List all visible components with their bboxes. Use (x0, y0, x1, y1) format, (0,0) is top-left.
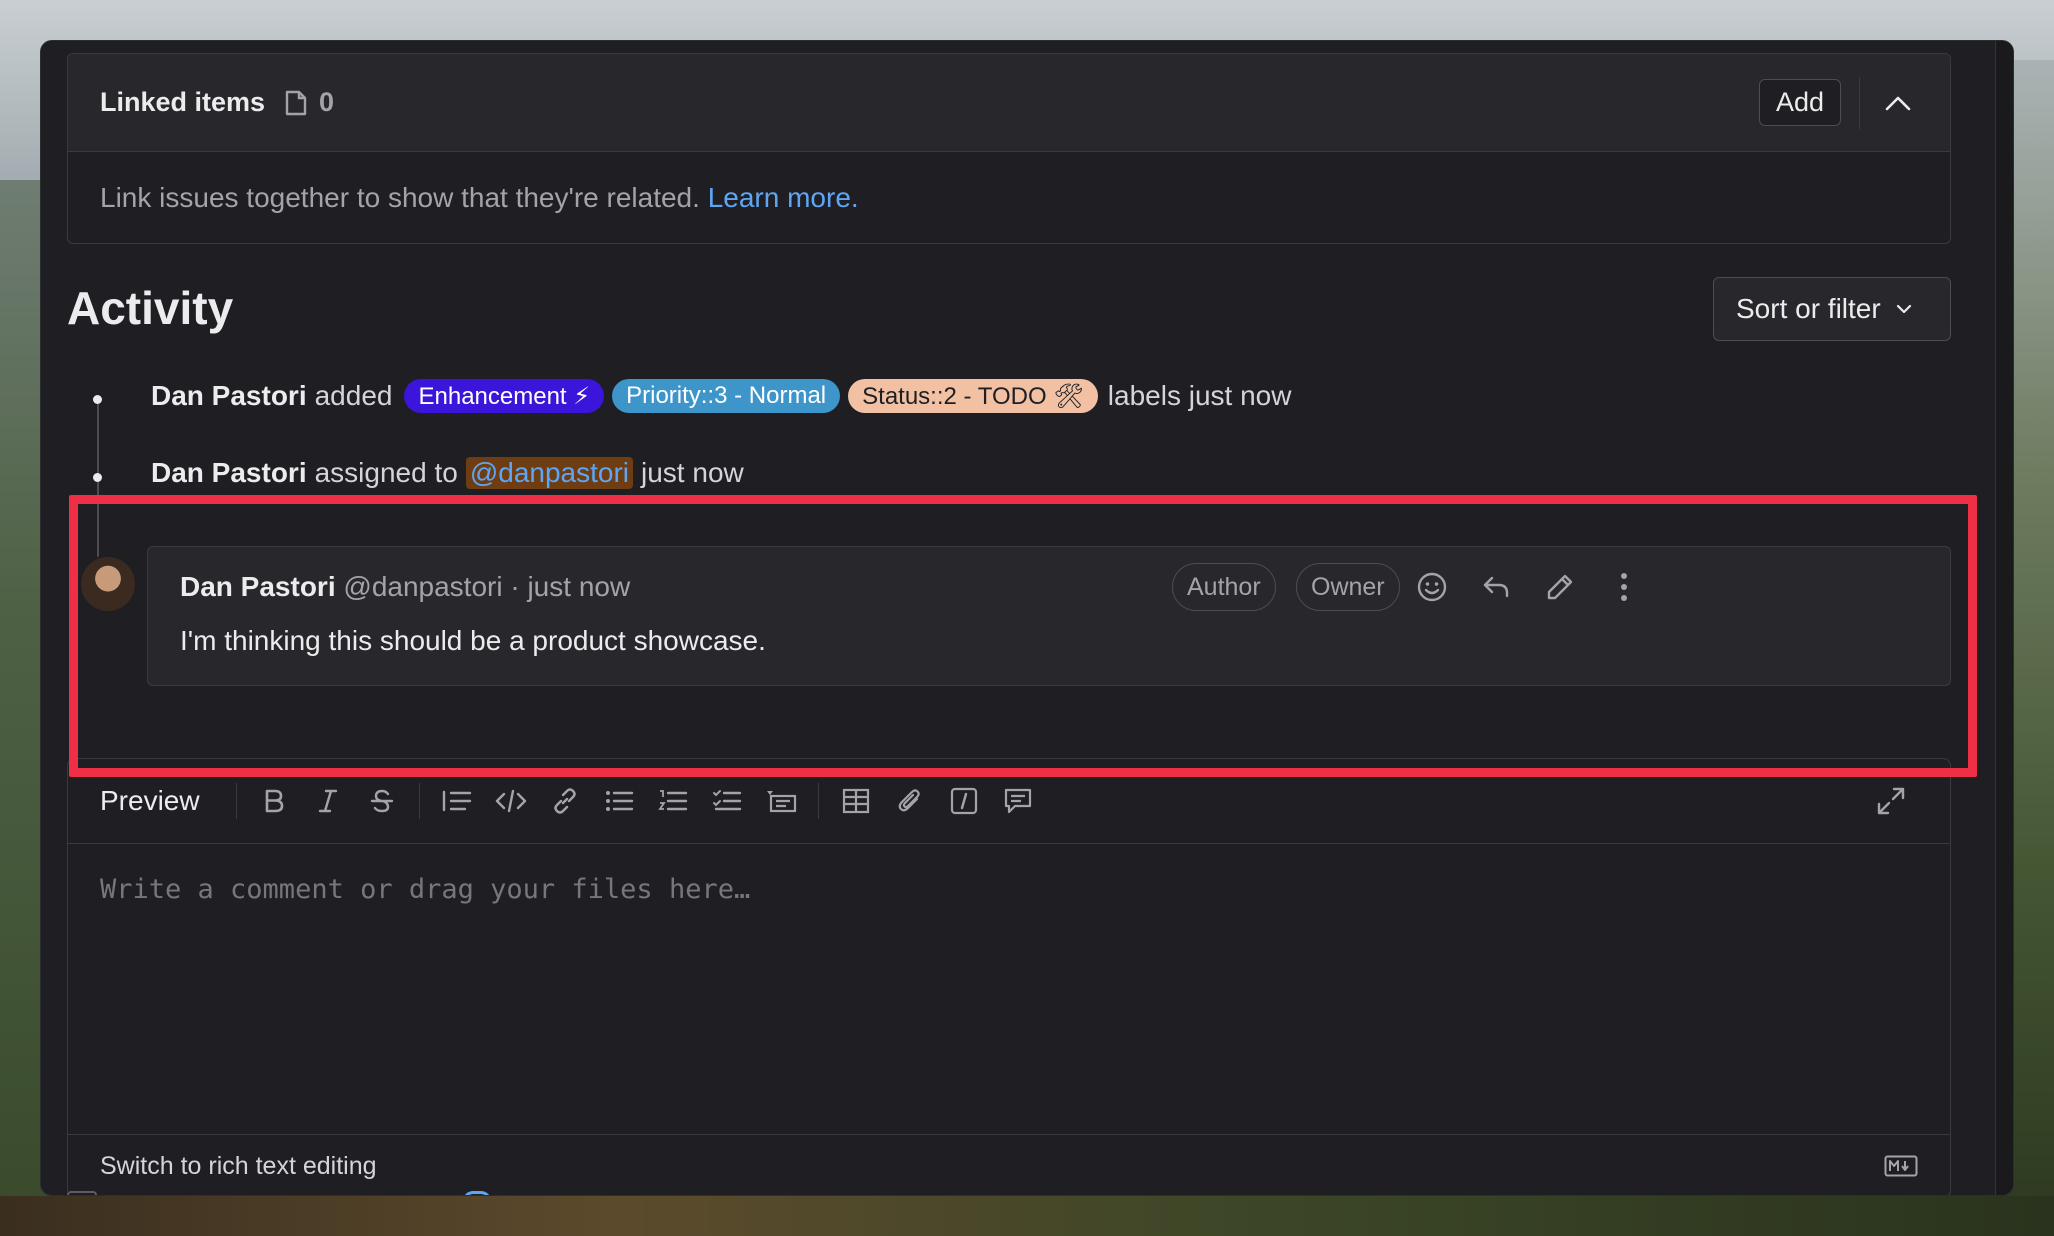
reply-icon[interactable] (1476, 567, 1516, 607)
chevron-down-icon (1895, 300, 1913, 318)
collapsible-icon[interactable] (758, 778, 804, 824)
add-linked-item-button[interactable]: Add (1758, 79, 1841, 126)
edit-pencil-icon[interactable] (1540, 567, 1580, 607)
italic-icon[interactable] (305, 778, 351, 824)
help-icon-partial[interactable] (463, 1191, 491, 1195)
comment-body: I'm thinking this should be a product sh… (180, 625, 766, 656)
activity-event-labels: Dan Pastori added Enhancement ⚡ Priority… (151, 379, 1291, 413)
comment-card: Dan Pastori @danpastori · just now I'm t… (147, 546, 1951, 686)
sort-or-filter-dropdown[interactable]: Sort or filter (1713, 277, 1951, 341)
comment-header: Dan Pastori @danpastori · just now (180, 571, 630, 603)
label-status[interactable]: Status::2 - TODO 🛠 (848, 379, 1098, 413)
sort-or-filter-label: Sort or filter (1736, 293, 1881, 324)
toolbar-divider (418, 783, 420, 819)
bold-icon[interactable] (251, 778, 297, 824)
strikethrough-icon[interactable] (359, 778, 405, 824)
scrollbar[interactable] (1995, 41, 2013, 1195)
linked-items-title: Linked items (100, 87, 266, 117)
owner-badge: Owner (1296, 563, 1400, 611)
slash-command-icon[interactable] (941, 778, 987, 824)
issue-window: Linked items 0 Add Link issues together … (40, 40, 2014, 1196)
event-suffix: just now (641, 457, 744, 488)
tab-preview[interactable]: Preview (100, 785, 200, 817)
code-icon[interactable] (488, 778, 534, 824)
activity-title: Activity (67, 282, 234, 334)
editor-toolbar: Preview (68, 759, 1950, 844)
label-priority[interactable]: Priority::3 - Normal (612, 379, 841, 413)
avatar[interactable] (79, 555, 137, 613)
collapse-chevron-up-icon[interactable] (1878, 83, 1918, 123)
comment-editor: Preview Write a comment or drag your fil… (67, 758, 1951, 1195)
background-bottom (0, 1196, 2054, 1236)
activity-event-assign: Dan Pastori assigned to @danpastori just… (151, 457, 744, 489)
linked-items-card: Linked items 0 Add Link issues together … (67, 53, 1951, 244)
checkbox-partial[interactable] (67, 1191, 97, 1195)
emoji-reaction-icon[interactable] (1412, 567, 1452, 607)
linked-items-header: Linked items 0 Add (68, 54, 1950, 152)
table-icon[interactable] (833, 778, 879, 824)
timeline-dot (93, 395, 102, 404)
learn-more-link[interactable]: Learn more. (708, 182, 859, 213)
event-user[interactable]: Dan Pastori (151, 380, 307, 412)
switch-rich-text-link[interactable]: Switch to rich text editing (100, 1152, 377, 1181)
linked-items-help-text: Link issues together to show that they'r… (100, 182, 700, 213)
attach-icon[interactable] (887, 778, 933, 824)
toolbar-divider (235, 783, 237, 819)
event-verb: added (314, 380, 393, 411)
comment-handle[interactable]: @danpastori (343, 571, 502, 602)
fullscreen-icon[interactable] (1868, 778, 1914, 824)
linked-items-icon (283, 89, 309, 117)
author-badge: Author (1172, 563, 1276, 611)
timeline-dot (93, 473, 102, 482)
linked-items-count: 0 (319, 87, 335, 117)
cut-off-row (67, 1191, 667, 1195)
comment-author[interactable]: Dan Pastori (180, 571, 336, 602)
label-enhancement[interactable]: Enhancement ⚡ (404, 379, 605, 413)
task-list-icon[interactable] (704, 778, 750, 824)
event-verb: assigned to (314, 457, 458, 488)
event-suffix: labels just now (1107, 380, 1292, 411)
toolbar-divider (817, 783, 819, 819)
editor-footer: Switch to rich text editing (68, 1134, 1950, 1195)
more-actions-icon[interactable] (1604, 567, 1644, 607)
link-icon[interactable] (542, 778, 588, 824)
comment-textarea[interactable]: Write a comment or drag your files here… (68, 844, 1950, 1134)
comment-time[interactable]: · just now (510, 571, 630, 602)
quote-icon[interactable] (434, 778, 480, 824)
markdown-icon (1884, 1155, 1918, 1177)
linked-items-help: Link issues together to show that they'r… (68, 152, 1950, 244)
user-mention[interactable]: @danpastori (465, 457, 634, 489)
comment-template-icon[interactable] (995, 778, 1041, 824)
numbered-list-icon[interactable] (650, 778, 696, 824)
event-user[interactable]: Dan Pastori (151, 457, 307, 489)
divider (1859, 76, 1860, 129)
bullet-list-icon[interactable] (596, 778, 642, 824)
